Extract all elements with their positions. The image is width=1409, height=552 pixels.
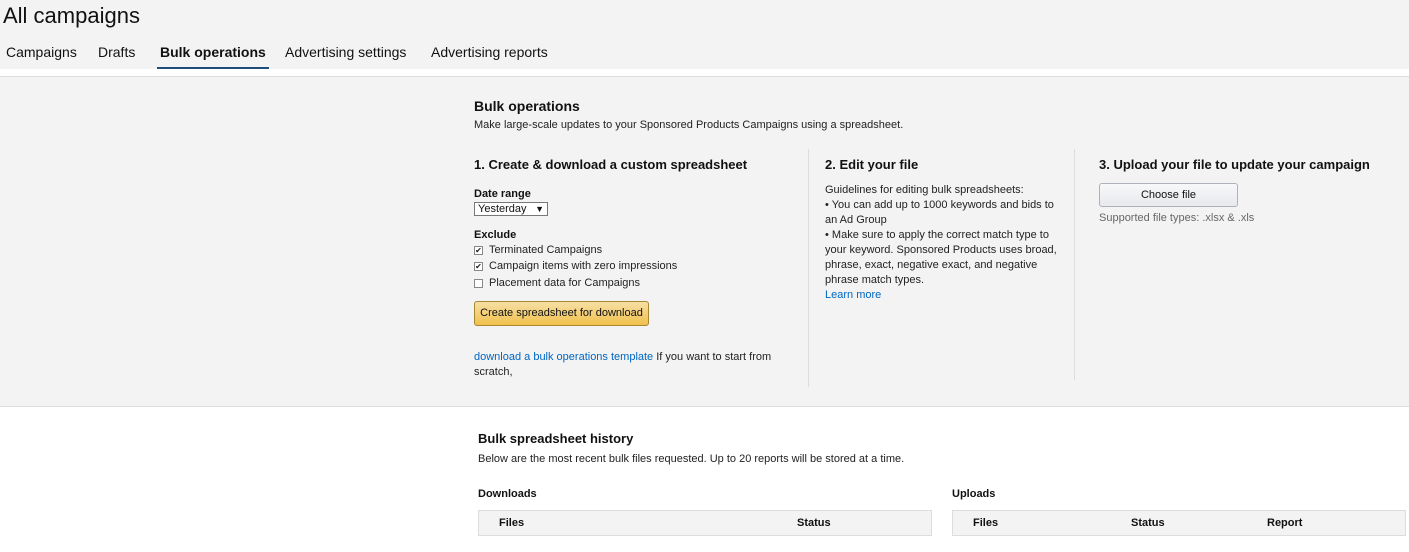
step1-title: 1. Create & download a custom spreadshee…: [474, 157, 748, 172]
option-label: Placement data for Campaigns: [489, 277, 641, 289]
col-files[interactable]: Files: [499, 517, 524, 529]
option-label: Campaign items with zero impressions: [489, 260, 678, 272]
guideline-keywords: • You can add up to 1000 keywords and bi…: [825, 199, 1054, 226]
tab-drafts[interactable]: Drafts: [95, 44, 138, 69]
step2-title: 2. Edit your file: [825, 157, 919, 172]
col-status[interactable]: Status: [1131, 517, 1165, 529]
date-range-label: Date range: [474, 188, 531, 200]
header-area: All campaigns Campaigns Drafts Bulk oper…: [0, 0, 1409, 69]
caret-down-icon: ▼: [535, 204, 544, 214]
template-note: download a bulk operations template If y…: [474, 350, 784, 380]
date-range-value: Yesterday: [478, 203, 527, 215]
checkbox-terminated-campaigns[interactable]: ✔: [474, 246, 483, 255]
bulk-operations-subtitle: Make large-scale updates to your Sponsor…: [474, 119, 904, 131]
downloads-table-header: Files Status: [478, 510, 932, 536]
column-divider: [808, 149, 809, 387]
create-spreadsheet-button[interactable]: Create spreadsheet for download: [474, 301, 649, 326]
tab-advertising-settings[interactable]: Advertising settings: [282, 44, 409, 69]
checkbox-placement-data[interactable]: [474, 279, 483, 288]
uploads-label: Uploads: [952, 488, 996, 500]
date-range-select[interactable]: Yesterday ▼: [474, 202, 548, 216]
page-title: All campaigns: [3, 3, 140, 28]
tab-campaigns[interactable]: Campaigns: [3, 44, 80, 69]
guidelines-title: Guidelines for editing bulk spreadsheets…: [825, 184, 1024, 196]
template-link[interactable]: download a bulk operations template: [474, 351, 653, 363]
history-subtitle: Below are the most recent bulk files req…: [478, 453, 905, 465]
col-status[interactable]: Status: [797, 517, 831, 529]
choose-file-button[interactable]: Choose file: [1099, 183, 1238, 207]
col-files[interactable]: Files: [973, 517, 998, 529]
learn-more-link[interactable]: Learn more: [825, 288, 881, 303]
tab-advertising-reports[interactable]: Advertising reports: [428, 44, 551, 69]
guideline-match-type: • Make sure to apply the correct match t…: [825, 229, 1057, 286]
option-label: Terminated Campaigns: [489, 244, 603, 256]
step3-title: 3. Upload your file to update your campa…: [1099, 157, 1370, 172]
bulk-operations-title: Bulk operations: [474, 98, 580, 114]
exclude-label: Exclude: [474, 229, 517, 241]
col-report[interactable]: Report: [1267, 517, 1302, 529]
history-title: Bulk spreadsheet history: [478, 431, 634, 446]
checkbox-zero-impressions[interactable]: ✔: [474, 262, 483, 271]
tab-bulk-operations[interactable]: Bulk operations: [157, 44, 269, 69]
uploads-table-header: Files Status Report: [952, 510, 1406, 536]
downloads-label: Downloads: [478, 488, 537, 500]
supported-file-types: Supported file types: .xlsx & .xls: [1099, 212, 1255, 224]
column-divider: [1074, 149, 1075, 380]
